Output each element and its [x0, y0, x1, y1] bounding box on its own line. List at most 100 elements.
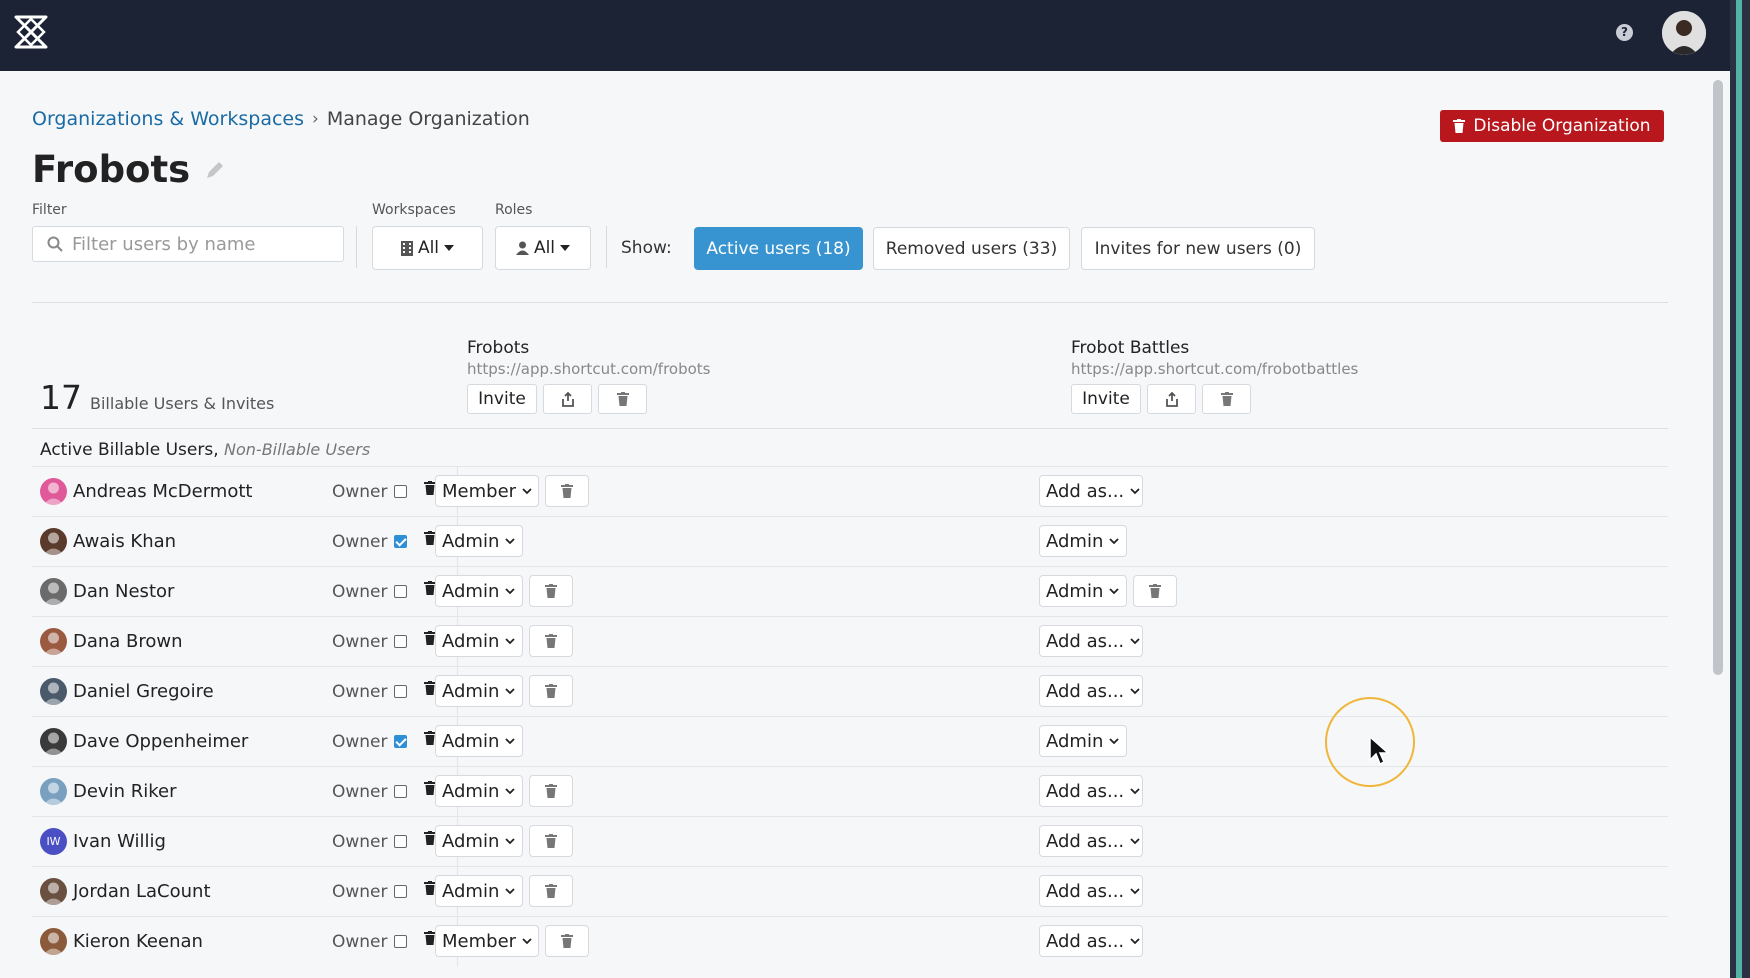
trash-icon	[616, 392, 629, 406]
chevron-down-icon	[1109, 538, 1120, 545]
owner-checkbox[interactable]	[394, 735, 407, 748]
page-title: Frobots	[32, 148, 226, 191]
role-value: Admin	[442, 680, 500, 702]
avatar	[40, 728, 67, 755]
show-active-users-button[interactable]: Active users (18)	[694, 227, 863, 270]
search-icon	[47, 236, 63, 252]
chevron-right-icon: ›	[312, 109, 319, 129]
chevron-down-icon	[1109, 588, 1120, 595]
avatar	[40, 878, 67, 905]
frobot-battles-role-dropdown[interactable]: Add as...	[1039, 775, 1143, 807]
remove-from-workspace-button[interactable]	[529, 625, 573, 657]
frobot-battles-role-dropdown[interactable]: Add as...	[1039, 475, 1143, 507]
frobot-battles-role-dropdown[interactable]: Add as...	[1039, 825, 1143, 857]
avatar	[40, 478, 67, 505]
window-edge	[1730, 0, 1750, 978]
workspaces-value: All	[417, 238, 440, 258]
delete-workspace-button[interactable]	[598, 384, 647, 414]
invite-button[interactable]: Invite	[1071, 384, 1141, 414]
remove-from-workspace-button[interactable]	[545, 925, 589, 957]
owner-label: Owner	[332, 582, 388, 602]
invite-button[interactable]: Invite	[467, 384, 537, 414]
top-navigation-bar: ?	[0, 0, 1730, 71]
help-icon[interactable]: ?	[1616, 24, 1633, 41]
role-value: Member	[442, 930, 517, 952]
filter-users-input[interactable]: Filter users by name	[32, 226, 344, 262]
workspace-url: https://app.shortcut.com/frobotbattles	[1071, 360, 1359, 378]
remove-from-workspace-button[interactable]	[529, 775, 573, 807]
frobots-role-dropdown[interactable]: Admin	[435, 525, 523, 557]
frobots-role-dropdown[interactable]: Admin	[435, 825, 523, 857]
role-value: Admin	[442, 830, 500, 852]
frobots-role-dropdown[interactable]: Admin	[435, 625, 523, 657]
export-button[interactable]	[543, 384, 592, 414]
show-invites-button[interactable]: Invites for new users (0)	[1081, 227, 1315, 270]
role-value: Admin	[442, 880, 500, 902]
owner-checkbox[interactable]	[394, 585, 407, 598]
frobot-battles-role-dropdown[interactable]: Admin	[1039, 575, 1127, 607]
organization-name: Frobots	[32, 148, 191, 191]
breadcrumb-organizations-link[interactable]: Organizations & Workspaces	[32, 108, 304, 130]
role-value: Admin	[442, 780, 500, 802]
show-label: Show:	[621, 238, 672, 258]
frobot-battles-role-dropdown[interactable]: Admin	[1039, 525, 1127, 557]
chevron-down-icon	[505, 688, 516, 695]
remove-from-workspace-button[interactable]	[529, 675, 573, 707]
owner-label: Owner	[332, 732, 388, 752]
chevron-down-icon	[505, 738, 516, 745]
user-icon	[515, 241, 529, 255]
owner-checkbox[interactable]	[394, 635, 407, 648]
roles-dropdown[interactable]: All	[495, 226, 591, 270]
frobot-battles-role-dropdown[interactable]: Add as...	[1039, 675, 1143, 707]
owner-checkbox[interactable]	[394, 485, 407, 498]
frobots-role-dropdown[interactable]: Member	[435, 925, 539, 957]
chevron-down-icon	[1130, 788, 1140, 795]
user-name: Dan Nestor	[73, 581, 175, 602]
owner-checkbox[interactable]	[394, 785, 407, 798]
workspace-url: https://app.shortcut.com/frobots	[467, 360, 711, 378]
export-button[interactable]	[1147, 384, 1196, 414]
role-value: Add as...	[1046, 680, 1125, 702]
remove-from-workspace-button[interactable]	[529, 875, 573, 907]
role-value: Admin	[1046, 730, 1104, 752]
chevron-down-icon	[522, 488, 532, 495]
frobots-role-dropdown[interactable]: Admin	[435, 675, 523, 707]
remove-from-workspace-button[interactable]	[529, 575, 573, 607]
workspaces-dropdown[interactable]: All	[372, 226, 483, 270]
shortcut-logo-icon[interactable]	[12, 13, 50, 51]
frobot-battles-role-dropdown[interactable]: Add as...	[1039, 875, 1143, 907]
disable-organization-button[interactable]: Disable Organization	[1440, 110, 1664, 142]
frobots-role-dropdown[interactable]: Admin	[435, 725, 523, 757]
user-name: Daniel Gregoire	[73, 681, 214, 702]
frobot-battles-role-dropdown[interactable]: Add as...	[1039, 925, 1143, 957]
avatar-initials: IW	[46, 835, 61, 848]
user-avatar[interactable]	[1662, 11, 1706, 55]
frobots-role-dropdown[interactable]: Member	[435, 475, 539, 507]
caret-down-icon	[560, 245, 571, 251]
divider	[32, 428, 1668, 429]
delete-workspace-button[interactable]	[1202, 384, 1251, 414]
owner-checkbox[interactable]	[394, 835, 407, 848]
vertical-scrollbar[interactable]	[1713, 80, 1723, 675]
avatar: IW	[40, 828, 67, 855]
table-row: Kieron Keenan Owner Member Add as...	[32, 916, 1668, 967]
owner-checkbox[interactable]	[394, 885, 407, 898]
frobot-battles-role-dropdown[interactable]: Admin	[1039, 725, 1127, 757]
chevron-down-icon	[1130, 938, 1140, 945]
frobots-role-dropdown[interactable]: Admin	[435, 775, 523, 807]
owner-checkbox[interactable]	[394, 535, 407, 548]
avatar	[40, 628, 67, 655]
trash-icon	[1220, 392, 1233, 406]
owner-checkbox[interactable]	[394, 935, 407, 948]
remove-from-workspace-button[interactable]	[529, 825, 573, 857]
pencil-icon[interactable]	[204, 159, 226, 181]
table-row: Dana Brown Owner Admin Add as...	[32, 616, 1668, 667]
chevron-down-icon	[1109, 738, 1120, 745]
remove-from-workspace-button[interactable]	[1133, 575, 1177, 607]
show-removed-users-button[interactable]: Removed users (33)	[873, 227, 1070, 270]
frobot-battles-role-dropdown[interactable]: Add as...	[1039, 625, 1143, 657]
frobots-role-dropdown[interactable]: Admin	[435, 875, 523, 907]
owner-checkbox[interactable]	[394, 685, 407, 698]
remove-from-workspace-button[interactable]	[545, 475, 589, 507]
frobots-role-dropdown[interactable]: Admin	[435, 575, 523, 607]
